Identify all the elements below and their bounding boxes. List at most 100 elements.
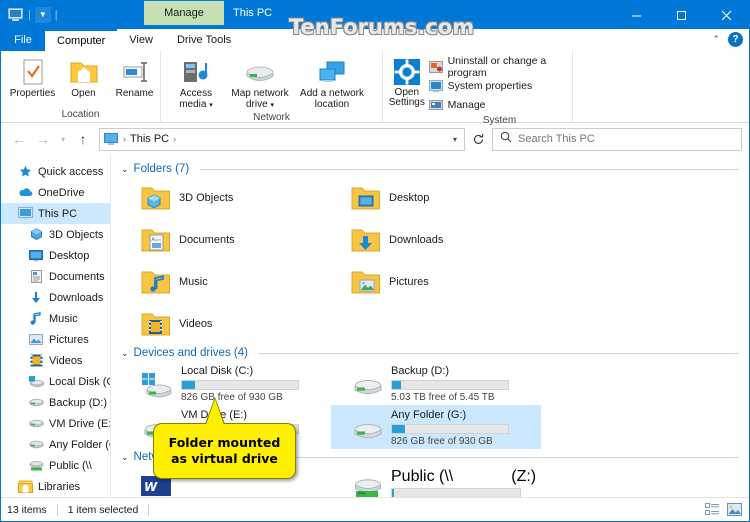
sidebar-item-quick-access[interactable]: Quick access [1,161,110,182]
folder-item-videos[interactable]: Videos [121,303,331,345]
rename-button[interactable]: Rename [109,55,160,99]
recent-locations-button[interactable]: ▾ [56,127,70,151]
chevron-down-icon[interactable]: ⌄ [121,452,129,463]
manage-item[interactable]: Manage [427,96,572,114]
forward-button[interactable]: → [32,127,54,151]
chevron-down-icon[interactable]: ▾ [453,135,460,144]
pictures-icon [28,332,44,348]
tab-view[interactable]: View [117,29,165,51]
open-button[interactable]: Open [58,55,109,99]
sidebar-item-music[interactable]: Music [1,308,110,329]
help-icon[interactable]: ? [728,32,743,47]
sidebar-item-3d-objects[interactable]: 3D Objects [1,224,110,245]
search-box[interactable]: Search This PC [492,127,742,151]
folder-item-documents[interactable]: A Documents [121,219,331,261]
chevron-up-icon[interactable]: ⌃ [712,34,720,45]
refresh-button[interactable] [467,128,490,151]
folder-label: 3D Objects [179,192,234,204]
section-header-folders[interactable]: ⌄ Folders (7) [121,163,749,175]
drive-info: Backup (D:) 5.03 TB free of 5.45 TB [391,364,509,403]
sidebar-item-desktop[interactable]: Desktop [1,245,110,266]
drive-name: Local Disk (C:) [181,365,254,377]
chevron-down-icon[interactable]: ⌄ [121,348,129,359]
status-divider-2 [148,503,150,516]
sidebar-item-vm-drive-e[interactable]: VM Drive (E:) [1,413,110,434]
tab-computer[interactable]: Computer [45,29,118,51]
watermark: TenForums.com [289,15,475,39]
network-item-public-z[interactable]: Public (\\(Z:) 7.13 TB free of 7.21 TB [331,465,541,497]
breadcrumb-separator: › [123,134,126,144]
access-media-label: Access media ▾ [179,88,213,110]
folder-pictures-icon [351,269,381,295]
sidebar-item-downloads[interactable]: Downloads [1,287,110,308]
large-icons-view-button[interactable] [725,502,743,518]
access-media-icon [181,57,211,87]
sidebar-item-backup-d[interactable]: Backup (D:) [1,392,110,413]
chevron-down-icon[interactable]: ⌄ [121,164,129,175]
sidebar-item-public-network[interactable]: Public (\\ [1,455,110,476]
chevron-down-icon[interactable]: ▼ [34,7,51,23]
drive-item-any-folder-g[interactable]: Any Folder (G:) 826 GB free of 930 GB [331,405,541,449]
minimize-button[interactable] [614,1,659,29]
manage-label: Manage [447,99,486,111]
breadcrumb-this-pc[interactable]: This PC [130,133,169,145]
system-properties-item[interactable]: System properties [427,77,572,95]
drive-item-local-disk-c[interactable]: Local Disk (C:) 826 GB free of 930 GB [121,361,331,405]
documents-icon [28,269,44,285]
details-view-button[interactable] [703,502,721,518]
tab-drive-tools[interactable]: Drive Tools [164,29,244,51]
section-rule [252,456,739,458]
drive-name: Backup (D:) [391,365,450,377]
this-pc-icon [8,8,24,22]
sidebar-item-libraries[interactable]: Libraries [1,476,110,497]
chevron-down-icon[interactable]: ▾ [209,102,213,109]
folder-3d-objects-icon [141,185,171,211]
quick-access-toolbar[interactable]: | ▼ | [1,1,58,25]
window-controls [614,1,749,29]
network-drive-info: Public (\\(Z:) 7.13 TB free of 7.21 TB [391,468,536,497]
sidebar-item-this-pc[interactable]: This PC [1,203,110,224]
uninstall-icon [428,60,443,74]
uninstall-label: Uninstall or change a program [447,55,547,79]
star-icon [17,164,33,180]
contextual-tab-manage[interactable]: Manage [144,1,224,25]
videos-icon [28,353,44,369]
this-pc-icon [104,133,119,145]
address-path-bar[interactable]: › This PC › ▾ [99,127,465,151]
tab-file[interactable]: File [1,29,45,51]
up-button[interactable]: ↑ [72,127,94,151]
open-settings-button[interactable]: Open Settings [387,55,427,108]
close-button[interactable] [704,1,749,29]
sidebar-item-onedrive[interactable]: OneDrive [1,182,110,203]
section-header-devices[interactable]: ⌄ Devices and drives (4) [121,347,749,359]
chevron-down-icon[interactable]: ▾ [270,102,274,109]
sidebar-item-documents[interactable]: Documents [1,266,110,287]
ribbon-group-network: Access media ▾ Map network drive ▾ Add a… [161,51,383,123]
drive-item-backup-d[interactable]: Backup (D:) 5.03 TB free of 5.45 TB [331,361,541,405]
drive-icon [351,372,385,402]
properties-label: Properties [9,88,56,99]
sidebar-item-pictures[interactable]: Pictures [1,329,110,350]
drive-usage-bar [391,424,509,434]
add-network-location-button[interactable]: Add a network location [293,55,371,110]
sidebar-item-videos[interactable]: Videos [1,350,110,371]
uninstall-program-item[interactable]: Uninstall or change a program [427,55,572,79]
drive-info: Local Disk (C:) 826 GB free of 930 GB [181,364,299,403]
folder-item-music[interactable]: Music [121,261,331,303]
folder-item-pictures[interactable]: Pictures [331,261,541,303]
sidebar-item-local-disk-c[interactable]: Local Disk (C:) [1,371,110,392]
maximize-button[interactable] [659,1,704,29]
callout-text: Folder mounted as virtual drive [168,435,281,466]
properties-button[interactable]: Properties [7,55,58,99]
folder-item-3d-objects[interactable]: 3D Objects [121,177,331,219]
folder-label: Pictures [389,276,429,288]
map-network-drive-button[interactable]: Map network drive ▾ [227,55,293,111]
folder-item-downloads[interactable]: Downloads [331,219,541,261]
back-button[interactable]: ← [8,127,30,151]
folder-item-desktop[interactable]: Desktop [331,177,541,219]
network-drive-name: Public (\\ (Z:) [391,468,537,485]
sidebar-item-any-folder-g[interactable]: Any Folder (G:) [1,434,110,455]
folders-grid: 3D Objects Desktop A Documents Downloads… [121,177,749,345]
file-list-view: ⌄ Folders (7) 3D Objects Desktop A Docum… [111,155,749,497]
access-media-button[interactable]: Access media ▾ [165,55,227,111]
